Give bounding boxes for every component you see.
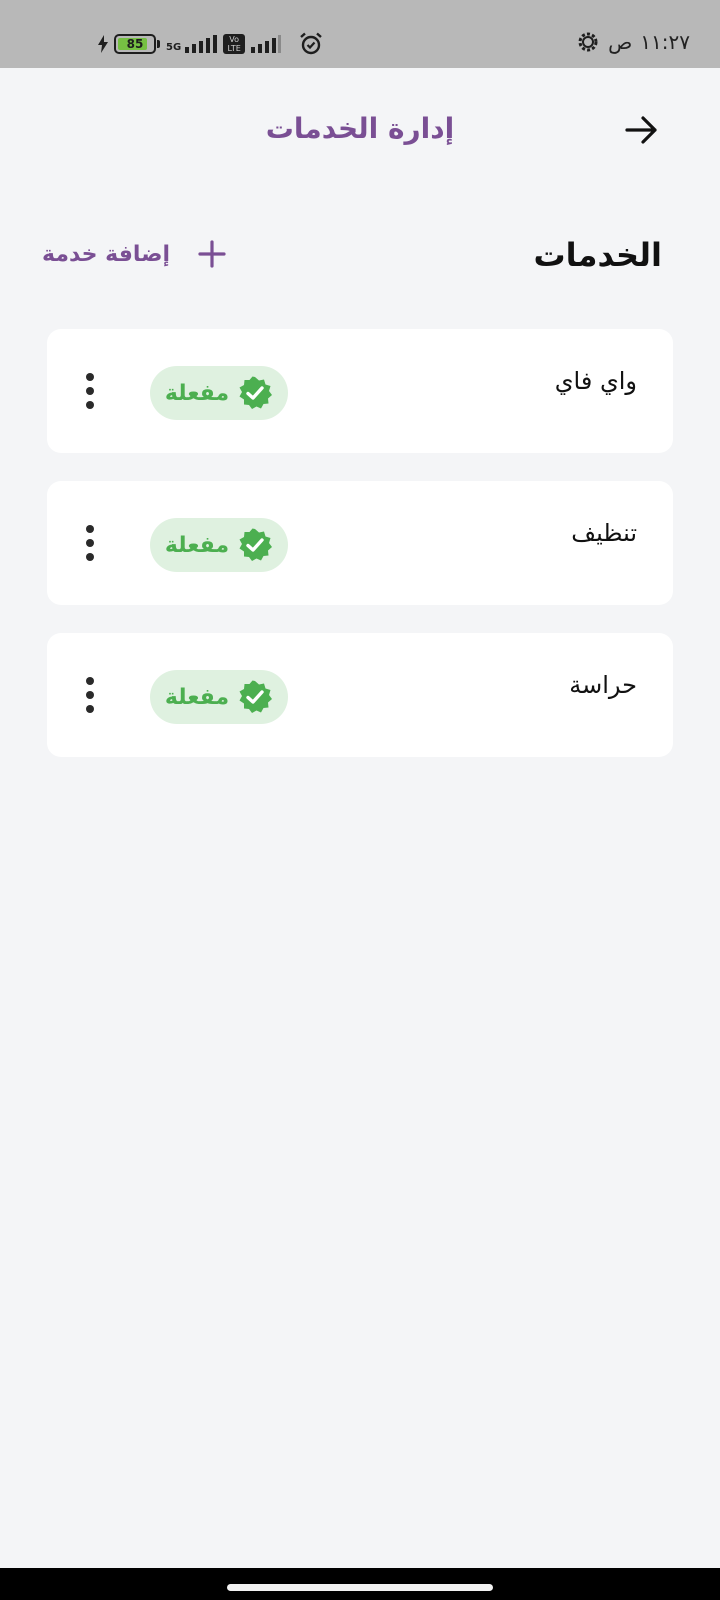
signal-icon-2 bbox=[251, 35, 282, 53]
app-header: إدارة الخدمات bbox=[0, 90, 720, 170]
more-vert-dot bbox=[86, 705, 94, 713]
page-title: إدارة الخدمات bbox=[265, 112, 455, 145]
more-vert-dot bbox=[86, 539, 94, 547]
more-vert-icon bbox=[86, 373, 94, 381]
more-vert-dot bbox=[86, 691, 94, 699]
status-am-pm: ص bbox=[608, 30, 633, 54]
status-badge: مفعلة bbox=[150, 518, 288, 572]
signal-icon: 5G bbox=[166, 35, 218, 53]
volte-icon: Vo LTE bbox=[223, 34, 246, 54]
section-title: الخدمات bbox=[533, 236, 662, 274]
more-options-button[interactable] bbox=[75, 519, 105, 567]
more-vert-dot bbox=[86, 553, 94, 561]
status-label: مفعلة bbox=[164, 684, 230, 710]
service-name: واي فاي bbox=[554, 367, 637, 395]
status-time: ١١:٢٧ bbox=[640, 30, 690, 54]
screen: 85 5G Vo LTE ص ١١:٢٧ إدارة الخدمات الخدم… bbox=[0, 0, 720, 1600]
status-bar: 85 5G Vo LTE ص ١١:٢٧ bbox=[0, 0, 720, 68]
network-type: 5G bbox=[166, 42, 182, 53]
more-vert-icon bbox=[86, 525, 94, 533]
status-icons-right: ص ١١:٢٧ bbox=[576, 30, 690, 54]
status-icons-left: 85 5G Vo LTE bbox=[98, 32, 323, 56]
verified-check-icon bbox=[239, 680, 273, 713]
alarm-icon bbox=[300, 32, 322, 55]
add-service-button[interactable]: إضافة خدمة bbox=[42, 240, 226, 268]
service-card[interactable]: تنظيف مفعلة bbox=[47, 481, 673, 605]
service-card[interactable]: واي فاي مفعلة bbox=[47, 329, 673, 453]
verified-check-icon bbox=[239, 376, 273, 409]
status-badge: مفعلة bbox=[150, 366, 288, 420]
more-vert-icon bbox=[86, 677, 94, 685]
more-options-button[interactable] bbox=[75, 671, 105, 719]
battery-level: 85 bbox=[126, 37, 144, 51]
plus-icon bbox=[198, 240, 226, 268]
home-indicator[interactable] bbox=[227, 1584, 493, 1591]
add-service-label: إضافة خدمة bbox=[42, 241, 170, 267]
more-vert-dot bbox=[86, 401, 94, 409]
more-vert-dot bbox=[86, 387, 94, 395]
status-label: مفعلة bbox=[164, 532, 230, 558]
service-name: تنظيف bbox=[571, 519, 637, 547]
status-badge: مفعلة bbox=[150, 670, 288, 724]
settings-icon bbox=[578, 32, 598, 52]
more-options-button[interactable] bbox=[75, 367, 105, 415]
service-name: حراسة bbox=[569, 671, 637, 699]
battery-cap bbox=[157, 40, 160, 48]
service-card[interactable]: حراسة مفعلة bbox=[47, 633, 673, 757]
battery-icon: 85 bbox=[114, 34, 156, 54]
system-nav-bar bbox=[0, 1568, 720, 1600]
status-label: مفعلة bbox=[164, 380, 230, 406]
charging-icon bbox=[98, 35, 108, 53]
verified-check-icon bbox=[239, 528, 273, 561]
